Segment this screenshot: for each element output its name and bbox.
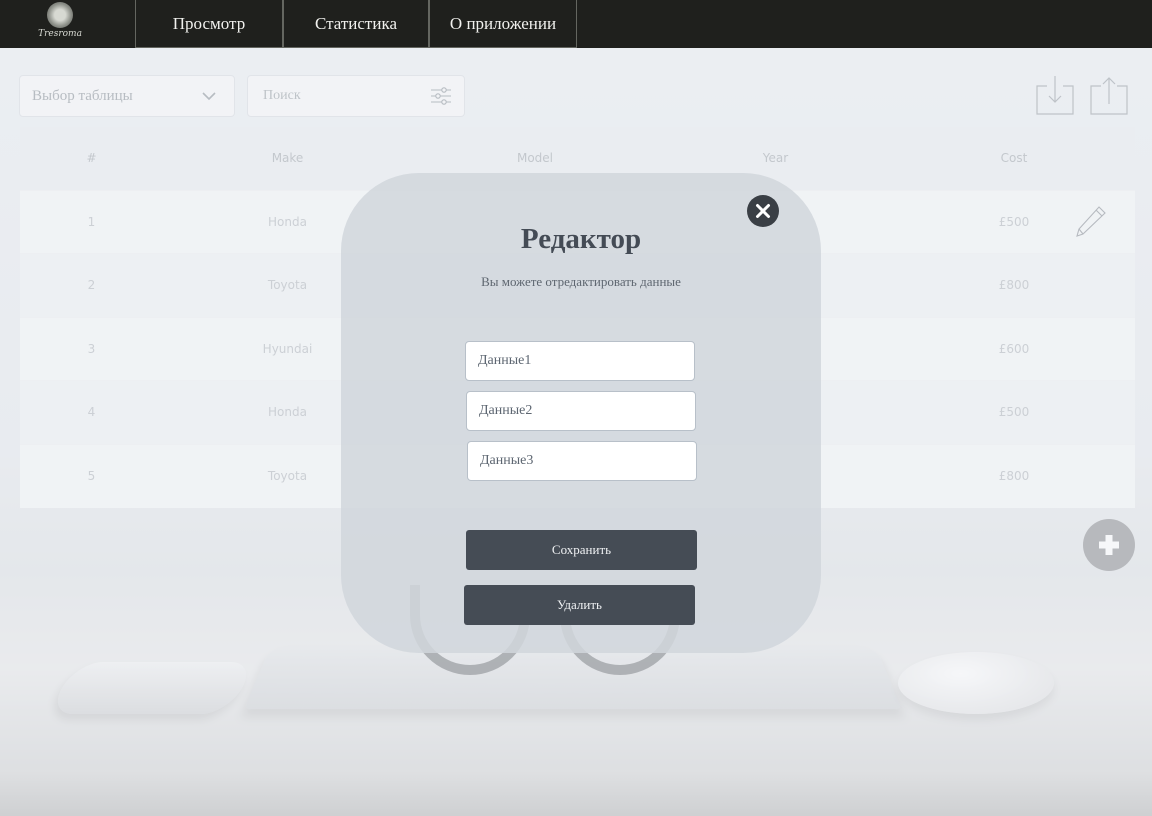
filter-sliders-icon[interactable] [430,86,452,106]
chevron-down-icon [202,92,216,101]
logo-text: Tresroma [38,29,82,39]
mouse-image [898,652,1054,714]
phone-image [46,662,258,714]
desk-edge [0,770,1152,816]
modal-subtitle: Вы можете отредактировать данные [481,274,681,289]
data-field-1[interactable] [465,341,695,381]
cell-number: 3 [20,316,163,381]
tree-logo-icon [47,2,73,28]
data-field-3[interactable] [467,441,697,481]
search-box [247,75,465,117]
upload-icon[interactable] [1089,74,1129,116]
cell-cost: £500 [893,189,1135,254]
column-header-cost[interactable]: Cost [893,127,1135,190]
cell-cost: £600 [893,316,1135,381]
column-header-make[interactable]: Make [163,127,412,190]
cost-value: £500 [998,214,1030,229]
top-navbar: Tresroma Просмотр Статистика О приложени… [0,0,1152,48]
delete-button[interactable]: Удалить [464,585,695,625]
cell-number: 4 [20,380,163,444]
cell-cost: £800 [893,443,1135,508]
tab-statistics[interactable]: Статистика [283,0,429,48]
column-header-number[interactable]: # [20,127,163,190]
table-select-dropdown[interactable]: Выбор таблицы [19,75,235,117]
cell-number: 1 [20,189,163,254]
cell-cost: £500 [893,380,1135,444]
editor-modal: Редактор Вы можете отредактировать данны… [341,173,821,653]
add-row-button[interactable] [1083,519,1135,571]
data-field-2[interactable] [466,391,696,431]
app-logo[interactable]: Tresroma [30,2,90,44]
plus-icon [1099,535,1119,555]
laptop-image [244,645,902,710]
table-select-value: Выбор таблицы [32,87,133,104]
cell-cost: £800 [893,253,1135,317]
pencil-icon[interactable] [1071,203,1107,239]
tab-about[interactable]: О приложении [429,0,577,48]
modal-title: Редактор [520,223,642,255]
download-icon[interactable] [1035,74,1075,116]
cell-number: 5 [20,443,163,508]
tab-view[interactable]: Просмотр [135,0,283,48]
save-button[interactable]: Сохранить [466,530,697,570]
cell-number: 2 [20,253,163,317]
search-input[interactable] [249,77,419,115]
